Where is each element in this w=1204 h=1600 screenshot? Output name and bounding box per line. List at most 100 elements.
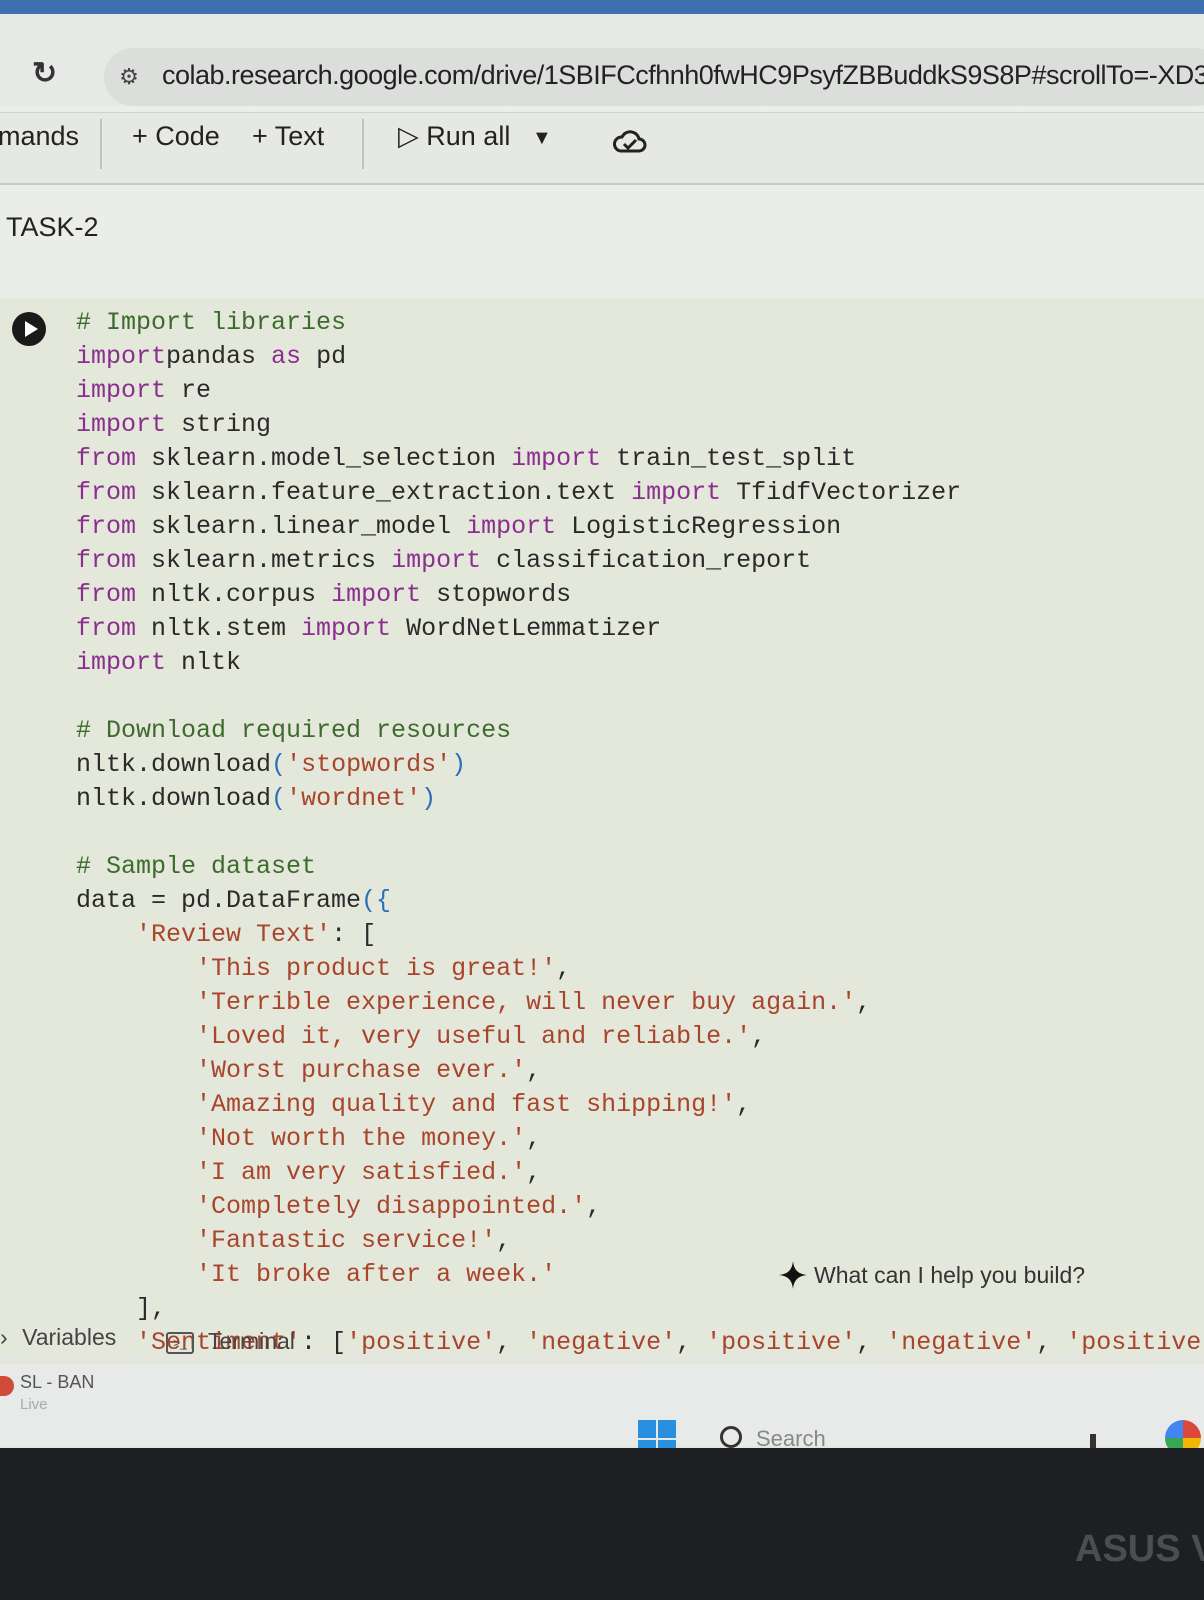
code-token: ,	[526, 1158, 542, 1187]
sparkle-icon	[779, 1261, 807, 1289]
add-text-button[interactable]: + Text	[252, 121, 324, 152]
add-code-button[interactable]: + Code	[132, 121, 220, 152]
code-line[interactable]: 'Fantastic service!',	[76, 1224, 1204, 1258]
code-line[interactable]: 'Not worth the money.',	[76, 1122, 1204, 1156]
notebook-toolbar: mands + Code + Text ▷ Run all ▼	[0, 112, 1204, 185]
code-token: : [	[331, 920, 377, 949]
code-line[interactable]	[76, 816, 1204, 850]
code-token: pd	[301, 342, 347, 371]
code-line[interactable]: ],	[76, 1292, 1204, 1326]
cloud-save-icon[interactable]	[612, 125, 648, 157]
terminal-label[interactable]: Terminal	[208, 1328, 295, 1354]
code-token: 'Not worth the money.'	[196, 1124, 527, 1153]
code-line[interactable]: from sklearn.model_selection import trai…	[76, 442, 1204, 476]
code-token: sklearn.feature_extraction.text	[136, 478, 632, 507]
code-token: 'It broke after a week.'	[196, 1260, 557, 1289]
code-line[interactable]: from nltk.stem import WordNetLemmatizer	[76, 612, 1204, 646]
code-line[interactable]: data = pd.DataFrame({	[76, 884, 1204, 918]
code-line[interactable]: 'Loved it, very useful and reliable.',	[76, 1020, 1204, 1054]
code-token: 'positive'	[1066, 1328, 1204, 1357]
code-line[interactable]: nltk.download('wordnet')	[76, 782, 1204, 816]
code-token: ,	[556, 954, 572, 983]
gemini-prompt-label[interactable]: What can I help you build?	[814, 1262, 1085, 1289]
code-token: ,	[496, 1328, 527, 1357]
code-token: # Sample dataset	[76, 852, 317, 881]
code-token: train_test_split	[601, 444, 857, 473]
code-token: 'negative'	[886, 1328, 1037, 1357]
code-token: ,	[751, 1022, 767, 1051]
code-line[interactable]	[76, 680, 1204, 714]
code-line[interactable]: from nltk.corpus import stopwords	[76, 578, 1204, 612]
code-line[interactable]: 'Completely disappointed.',	[76, 1190, 1204, 1224]
code-editor[interactable]: # Import libraries importpandas as pd impo…	[76, 306, 1204, 1360]
address-bar-area: ↻ ⚙ colab.research.google.com/drive/1SBI…	[0, 14, 1204, 106]
code-token: 'Review Text'	[136, 920, 332, 949]
code-token: ,	[526, 1056, 542, 1085]
code-line[interactable]: from sklearn.linear_model import Logisti…	[76, 510, 1204, 544]
code-token: import	[631, 478, 722, 507]
code-line[interactable]: from sklearn.metrics import classificati…	[76, 544, 1204, 578]
code-line[interactable]: # Download required resources	[76, 714, 1204, 748]
code-token: nltk.stem	[136, 614, 302, 643]
site-settings-icon[interactable]: ⚙	[114, 62, 144, 92]
terminal-tab[interactable]: >_ Terminal	[166, 1328, 295, 1355]
code-line[interactable]: nltk.download('stopwords')	[76, 748, 1204, 782]
run-all-button[interactable]: ▷ Run all	[398, 121, 510, 152]
url-text[interactable]: colab.research.google.com/drive/1SBIFCcf…	[162, 60, 1204, 91]
code-token: 'Fantastic service!'	[196, 1226, 497, 1255]
code-line[interactable]: import nltk	[76, 646, 1204, 680]
code-token: ,	[526, 1124, 542, 1153]
code-line[interactable]: 'Terrible experience, will never buy aga…	[76, 986, 1204, 1020]
code-token: import	[76, 342, 167, 371]
variables-label[interactable]: Variables	[22, 1324, 116, 1350]
code-token: as	[271, 342, 302, 371]
laptop-bezel	[0, 1448, 1204, 1600]
code-token: ,	[586, 1192, 602, 1221]
toolbar-divider	[100, 119, 102, 169]
reload-icon[interactable]: ↻	[32, 58, 64, 90]
code-token: import	[76, 376, 167, 405]
code-line[interactable]: 'Worst purchase ever.',	[76, 1054, 1204, 1088]
run-cell-button[interactable]	[12, 312, 46, 346]
code-line[interactable]: import string	[76, 408, 1204, 442]
code-line[interactable]: 'I am very satisfied.',	[76, 1156, 1204, 1190]
code-line[interactable]: import re	[76, 374, 1204, 408]
code-token: import	[301, 614, 392, 643]
live-status: Live	[20, 1396, 48, 1413]
variables-tab[interactable]: › Variables	[0, 1324, 116, 1351]
run-all-dropdown-icon[interactable]: ▼	[532, 127, 552, 150]
code-token: from	[76, 478, 137, 507]
code-token: import	[511, 444, 602, 473]
url-field[interactable]: ⚙ colab.research.google.com/drive/1SBIFC…	[104, 48, 1204, 106]
code-token: 'Loved it, very useful and reliable.'	[196, 1022, 752, 1051]
code-token: # Download required resources	[76, 716, 512, 745]
code-line[interactable]: importpandas as pd	[76, 340, 1204, 374]
code-token: (	[271, 750, 287, 779]
code-token: classification_report	[481, 546, 812, 575]
code-token: ,	[676, 1328, 707, 1357]
section-heading: TASK-2	[6, 212, 99, 242]
code-token: 'positive'	[346, 1328, 497, 1357]
code-line[interactable]: 'Amazing quality and fast shipping!',	[76, 1088, 1204, 1122]
code-token: 'This product is great!'	[196, 954, 557, 983]
code-token: from	[76, 580, 137, 609]
commands-button[interactable]: mands	[0, 121, 79, 152]
code-token: nltk	[166, 648, 242, 677]
code-line[interactable]: 'This product is great!',	[76, 952, 1204, 986]
code-line[interactable]: # Sample dataset	[76, 850, 1204, 884]
code-line[interactable]: from sklearn.feature_extraction.text imp…	[76, 476, 1204, 510]
code-line[interactable]: 'Review Text': [	[76, 918, 1204, 952]
code-token: )	[451, 750, 467, 779]
code-token: re	[166, 376, 212, 405]
code-token: nltk.download	[76, 784, 272, 813]
code-token: # Import libraries	[76, 308, 347, 337]
live-title: SL - BAN	[20, 1372, 95, 1392]
code-token: import	[331, 580, 422, 609]
code-line[interactable]: # Import libraries	[76, 306, 1204, 340]
search-icon	[720, 1426, 742, 1448]
